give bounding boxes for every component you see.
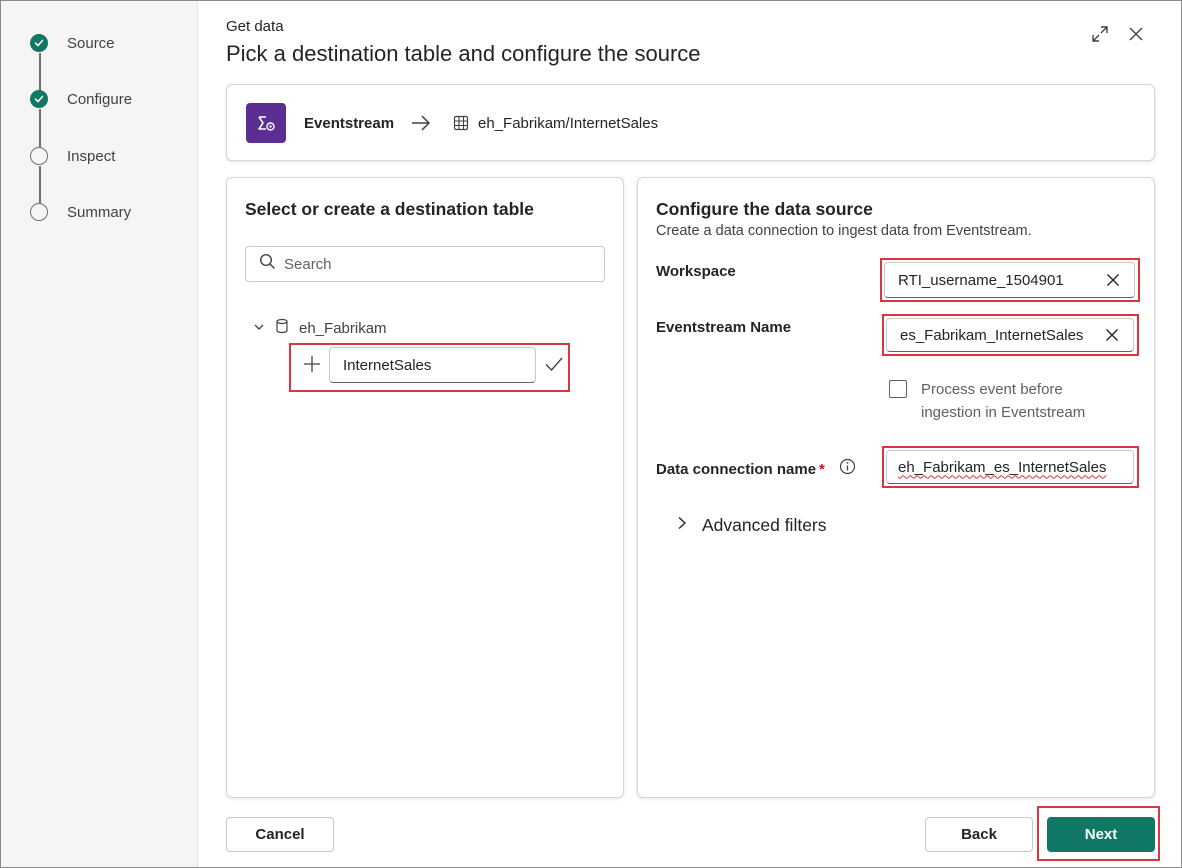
panel-subtitle: Create a data connection to ingest data … — [656, 223, 1032, 239]
stepper-connector — [39, 109, 41, 149]
stepper-connector — [39, 53, 41, 92]
next-button[interactable]: Next — [1047, 817, 1155, 852]
cancel-button[interactable]: Cancel — [226, 817, 334, 852]
workspace-highlight: RTI_username_1504901 — [880, 258, 1140, 302]
connection-name-field[interactable]: eh_Fabrikam_es_InternetSales — [886, 450, 1134, 484]
empty-circle-icon — [30, 203, 48, 221]
step-configure: Configure — [30, 90, 132, 108]
process-event-checkbox[interactable] — [889, 380, 907, 398]
step-label: Inspect — [67, 147, 116, 165]
search-box[interactable] — [245, 246, 605, 282]
new-table-highlight — [289, 343, 570, 392]
step-label: Source — [67, 34, 115, 52]
connection-name-highlight: eh_Fabrikam_es_InternetSales — [882, 446, 1139, 488]
chevron-right-icon — [676, 516, 688, 535]
confirm-check-icon[interactable] — [544, 355, 564, 378]
destination-table-panel: Select or create a destination table eh_… — [226, 177, 624, 798]
destination-table-name: eh_Fabrikam/InternetSales — [478, 115, 659, 132]
page-title: Pick a destination table and configure t… — [226, 41, 701, 66]
step-source: Source — [30, 34, 115, 52]
table-icon — [453, 115, 469, 136]
configure-source-panel: Configure the data source Create a data … — [637, 177, 1155, 798]
step-label: Summary — [67, 203, 132, 221]
arrow-right-icon — [410, 113, 432, 138]
process-event-label: Process event before ingestion in Events… — [921, 381, 1086, 421]
stepper-connector — [39, 166, 41, 205]
empty-circle-icon — [30, 147, 48, 165]
eventstream-highlight: es_Fabrikam_InternetSales — [882, 314, 1139, 356]
close-icon[interactable] — [1124, 22, 1148, 46]
required-indicator: * — [819, 461, 825, 478]
expand-icon[interactable] — [1088, 22, 1112, 46]
advanced-filters-label: Advanced filters — [702, 515, 827, 535]
workspace-label: Workspace — [656, 263, 736, 280]
clear-icon[interactable] — [1106, 273, 1120, 292]
advanced-filters-toggle[interactable]: Advanced filters — [676, 515, 827, 536]
workspace-value: RTI_username_1504901 — [898, 271, 1064, 289]
step-label: Configure — [67, 90, 133, 108]
database-label: eh_Fabrikam — [299, 320, 387, 337]
back-button[interactable]: Back — [925, 817, 1033, 852]
panel-title: Configure the data source — [656, 199, 873, 219]
search-input[interactable] — [284, 255, 584, 273]
panel-title: Select or create a destination table — [245, 199, 534, 219]
step-inspect: Inspect — [30, 147, 115, 165]
database-icon — [275, 318, 289, 339]
chevron-down-icon[interactable] — [253, 320, 265, 338]
connection-name-text: Data connection name — [656, 461, 817, 478]
stepper-rail: Source Configure Inspect Summary — [1, 1, 198, 867]
search-icon — [259, 253, 276, 275]
tree-node-database[interactable]: eh_Fabrikam — [253, 318, 387, 339]
eventstream-name-value: es_Fabrikam_InternetSales — [900, 326, 1084, 344]
new-table-name-input[interactable] — [329, 347, 536, 383]
eventstream-name-label: Eventstream Name — [656, 319, 792, 336]
check-icon — [30, 90, 48, 108]
info-icon[interactable] — [839, 458, 856, 480]
eventstream-name-field[interactable]: es_Fabrikam_InternetSales — [886, 318, 1134, 352]
workspace-field[interactable]: RTI_username_1504901 — [884, 262, 1135, 298]
plus-icon[interactable] — [303, 355, 321, 378]
clear-icon[interactable] — [1105, 328, 1119, 347]
source-summary-card: Eventstream eh_Fabrikam/InternetSales — [226, 84, 1155, 161]
source-name: Eventstream — [304, 115, 395, 132]
dialog-eyebrow: Get data — [226, 18, 284, 35]
eventstream-icon — [246, 103, 286, 143]
process-event-option[interactable]: Process event before ingestion in Events… — [889, 378, 1121, 424]
check-icon — [30, 34, 48, 52]
connection-name-value: eh_Fabrikam_es_InternetSales — [898, 458, 1107, 476]
step-summary: Summary — [30, 203, 131, 221]
connection-name-label: Data connection name * — [656, 461, 825, 478]
